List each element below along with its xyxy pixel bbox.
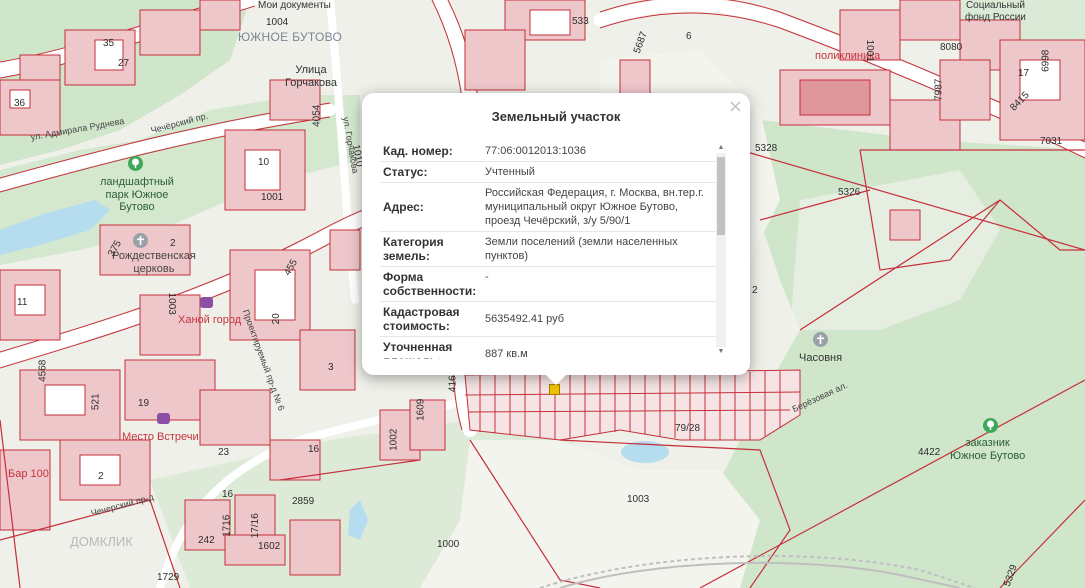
parcel-number: 533: [572, 16, 589, 27]
scroll-thumb[interactable]: [717, 157, 725, 235]
parcel-number: 1003: [165, 292, 177, 315]
row-value: 5635492.41 руб: [482, 301, 717, 337]
label-moi-docs: Мои документы: [258, 0, 331, 11]
label-church: Рождественская церковь: [112, 250, 196, 275]
parcel-number: 16: [308, 444, 320, 455]
parcel-number: 1000: [437, 539, 460, 550]
watermark: ДОМКЛИК: [70, 534, 133, 549]
parcel-number: 521: [90, 393, 102, 411]
parcel-number: 19: [138, 398, 150, 409]
popup-pointer: [546, 375, 566, 385]
parcel-number: 1001: [863, 39, 875, 62]
parcel-number: 1716: [221, 514, 233, 537]
parcel-number: 2: [98, 471, 104, 482]
parcel-number: 16: [222, 489, 234, 500]
table-row: Кад. номер: 77:06:0012013:1036: [380, 141, 717, 162]
row-value: Земли поселений (земли населенных пункто…: [482, 231, 717, 267]
label-park: ландшафтный парк Южное Бутово: [100, 176, 174, 214]
park-icon[interactable]: [128, 156, 143, 171]
parcel-number: 242: [198, 535, 215, 546]
label-chasovnya: Часовня: [799, 352, 843, 364]
parcel-number: 1609: [415, 398, 427, 421]
parcel-number: 1001: [261, 192, 284, 203]
popup-table-wrap[interactable]: Кад. номер: 77:06:0012013:1036 Статус: Учт…: [380, 141, 717, 359]
row-key: Статус:: [380, 161, 482, 183]
popup-scrollbar[interactable]: ▲ ▼: [716, 143, 726, 357]
scroll-down-icon[interactable]: ▼: [716, 347, 726, 357]
label-ulitsa-gorchakova: Улица Горчакова: [285, 64, 337, 89]
parcel-number: 79/28: [675, 423, 701, 434]
parcel-number: 35: [103, 38, 115, 49]
parcel-number: 20: [270, 313, 282, 325]
selected-parcel[interactable]: [549, 384, 560, 395]
chapel-icon[interactable]: [813, 332, 828, 347]
parcel-number: 10: [258, 157, 270, 168]
table-row: Адрес: Российская Федерация, г. Москва, в…: [380, 182, 717, 232]
parcel-number: 5326: [838, 187, 861, 198]
table-row: Статус: Учтенный: [380, 161, 717, 183]
row-key: Уточненная площадь:: [380, 336, 482, 359]
parcel-number: 23: [218, 447, 230, 458]
parcel-number: 8080: [940, 42, 963, 53]
row-value: Учтенный: [482, 161, 717, 183]
parcel-number: 4422: [918, 447, 941, 458]
label-soc-fond: Социальный фонд России: [965, 0, 1026, 23]
parcel-number: 2859: [292, 496, 315, 507]
parcel-number: 2: [170, 238, 176, 249]
table-row: Уточненная площадь:887 кв.м: [380, 336, 717, 359]
row-value: Российская Федерация, г. Москва, вн.тер.…: [482, 182, 717, 232]
parcel-number: 36: [14, 98, 26, 109]
cafe-icon[interactable]: [200, 297, 213, 308]
label-mesto: Место Встречи: [122, 431, 199, 443]
label-mesto2: Ханой город: [178, 314, 242, 326]
popup-title: Земельный участок: [491, 109, 621, 124]
parcel-number: 1729: [157, 572, 180, 583]
label-zakaznik: заказник Южное Бутово: [950, 437, 1026, 462]
label-bar: Бар 100: [8, 468, 49, 480]
parcel-number: 5328: [755, 143, 778, 154]
parcel-number: 2: [752, 285, 758, 296]
scroll-up-icon[interactable]: ▲: [716, 143, 726, 153]
row-key: Категория земель:: [380, 231, 482, 267]
row-key: Кадастровая стоимость:: [380, 301, 482, 337]
parcel-number: 11: [17, 297, 28, 308]
row-key: Форма собственности:: [380, 266, 482, 302]
parcel-number: 27: [118, 58, 130, 69]
parcel-number: 6998: [1040, 49, 1052, 72]
parcel-number: 3: [328, 362, 334, 373]
parcel-number: 1004: [266, 17, 289, 28]
parcel-number: 4568: [37, 359, 49, 382]
row-value: -: [482, 266, 717, 302]
row-value: 887 кв.м: [482, 336, 717, 359]
parcel-number: 4054: [311, 104, 323, 127]
parcel-number: 416: [447, 375, 459, 393]
reserve-icon[interactable]: [983, 418, 998, 433]
row-value: 77:06:0012013:1036: [482, 141, 717, 162]
table-row: Категория земель: Земли поселений (земли …: [380, 231, 717, 267]
row-key: Адрес:: [380, 182, 482, 232]
cafe-icon-2[interactable]: [157, 413, 170, 424]
table-row: Кадастровая стоимость: 5635492.41 руб: [380, 301, 717, 337]
label-district: ЮЖНОЕ БУТОВО: [238, 30, 343, 44]
row-key: Кад. номер:: [380, 141, 482, 162]
parcel-info-table: Кад. номер: 77:06:0012013:1036 Статус: Учт…: [380, 141, 717, 359]
parcel-number: 7031: [1040, 136, 1063, 147]
parcel-number: 1003: [627, 494, 650, 505]
parcel-number: 17: [1018, 68, 1030, 79]
map-canvas[interactable]: Мои документы ЮЖНОЕ БУТОВО Улица Горчако…: [0, 0, 1085, 588]
parcel-number: 6: [686, 31, 692, 42]
parcel-number: 17/16: [249, 513, 261, 539]
table-row: Форма собственности: -: [380, 266, 717, 302]
parcel-info-popup: × Земельный участок Кад. номер: 77:06:001…: [362, 93, 750, 385]
parcel-number: 7987: [933, 78, 945, 101]
church-icon[interactable]: [133, 233, 148, 248]
parcel-number: 1602: [258, 541, 281, 552]
parcel-number: 1002: [388, 428, 400, 451]
